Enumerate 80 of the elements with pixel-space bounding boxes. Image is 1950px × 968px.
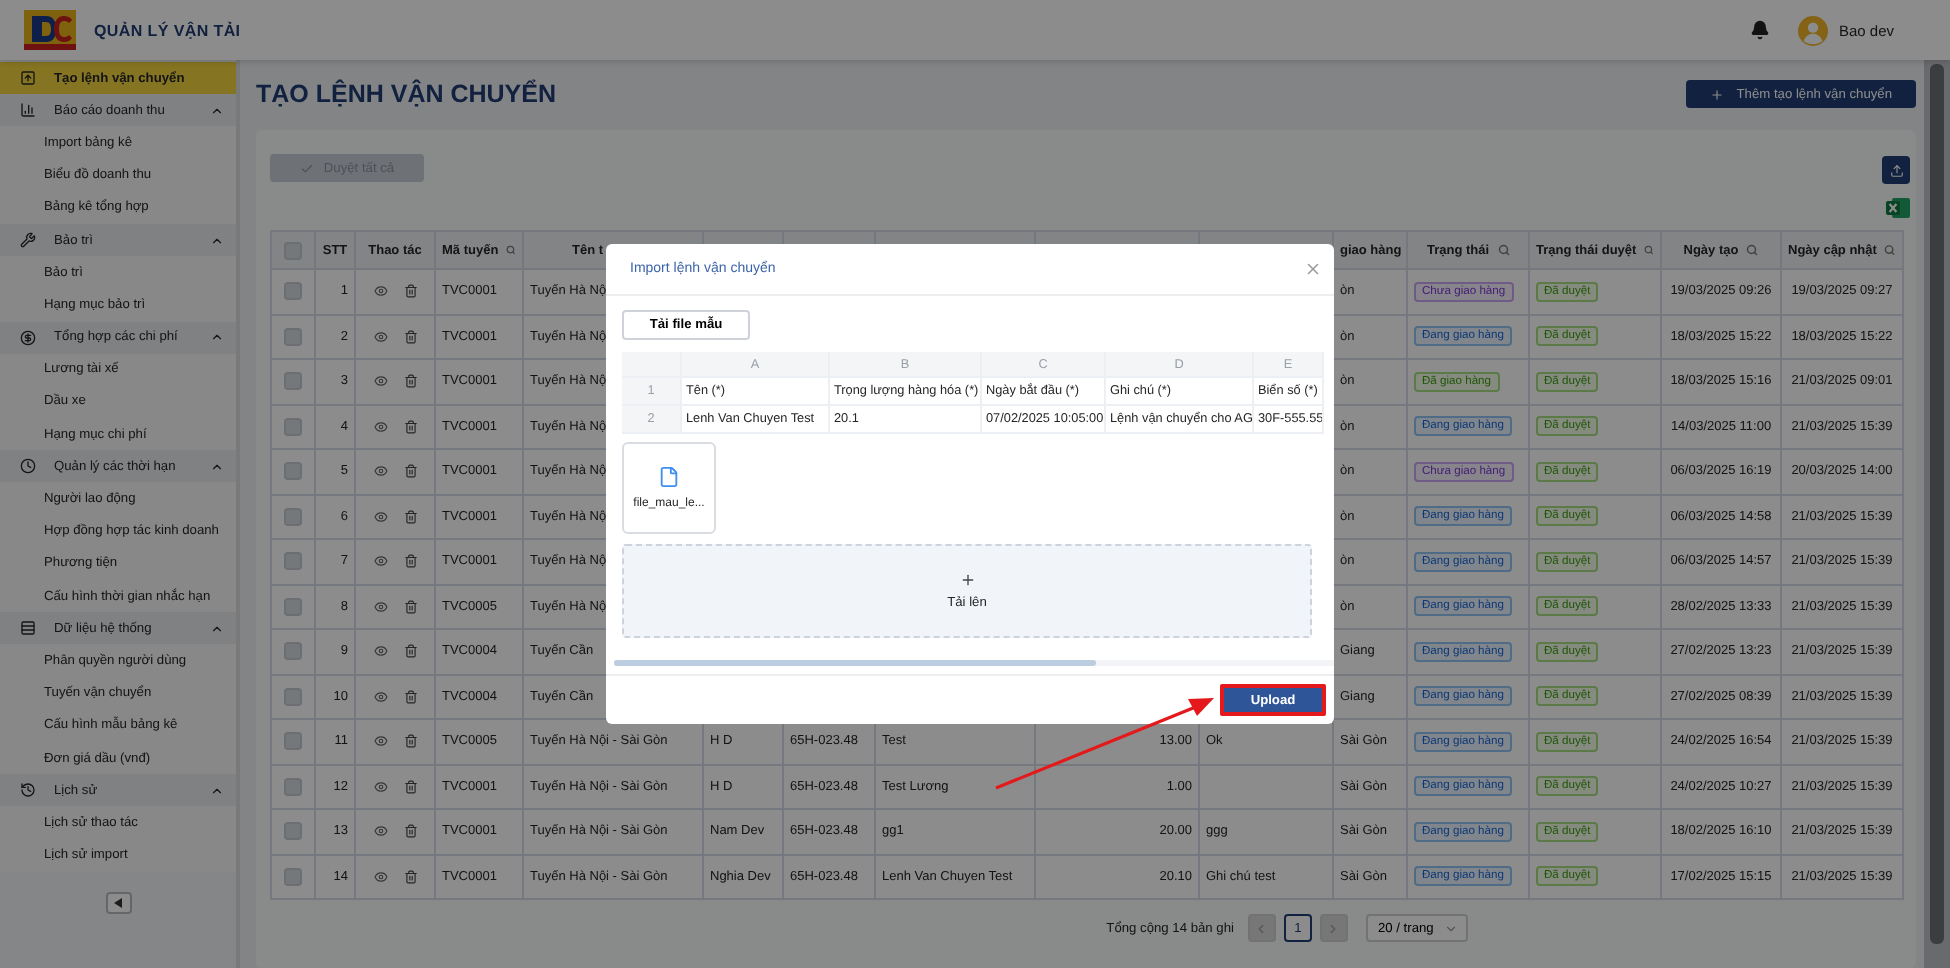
trash-icon[interactable] xyxy=(403,689,417,704)
eye-icon[interactable] xyxy=(373,419,387,434)
chevron-icon xyxy=(210,103,224,118)
group-icon xyxy=(20,782,36,799)
page-icon xyxy=(20,70,36,87)
file-icon xyxy=(658,466,680,488)
close-icon[interactable] xyxy=(1304,260,1322,278)
checkbox[interactable] xyxy=(284,282,302,301)
checkbox[interactable] xyxy=(284,732,302,751)
chevron-icon xyxy=(210,459,224,474)
logo-icon xyxy=(24,10,76,50)
eye-icon[interactable] xyxy=(373,374,387,389)
check-icon xyxy=(299,161,314,175)
search-icon[interactable] xyxy=(1644,244,1654,256)
eye-icon[interactable] xyxy=(373,824,387,839)
eye-icon[interactable] xyxy=(373,284,387,299)
trash-icon[interactable] xyxy=(403,554,417,569)
trash-icon[interactable] xyxy=(403,284,417,299)
eye-icon[interactable] xyxy=(373,869,387,884)
search-icon[interactable] xyxy=(1746,244,1759,256)
checkbox[interactable] xyxy=(284,777,302,796)
trash-icon[interactable] xyxy=(403,869,417,884)
search-icon[interactable] xyxy=(506,244,516,256)
scrollbar[interactable] xyxy=(1924,60,1950,968)
plus-icon xyxy=(1710,87,1725,101)
trash-icon[interactable] xyxy=(403,509,417,524)
checkbox[interactable] xyxy=(284,462,302,481)
group-icon xyxy=(20,458,36,475)
checkbox[interactable] xyxy=(284,822,302,841)
plus-icon xyxy=(959,572,975,588)
checkbox[interactable] xyxy=(284,687,302,706)
eye-icon[interactable] xyxy=(373,689,387,704)
checkbox[interactable] xyxy=(284,417,302,436)
checkbox[interactable] xyxy=(284,597,302,616)
trash-icon[interactable] xyxy=(403,599,417,614)
eye-icon[interactable] xyxy=(373,779,387,794)
caret-icon xyxy=(114,897,122,908)
trash-icon[interactable] xyxy=(403,464,417,479)
chevron-icon xyxy=(210,783,224,798)
eye-icon[interactable] xyxy=(373,599,387,614)
group-icon xyxy=(20,232,36,249)
eye-icon[interactable] xyxy=(373,644,387,659)
eye-icon[interactable] xyxy=(373,554,387,569)
eye-icon[interactable] xyxy=(373,509,387,524)
trash-icon[interactable] xyxy=(403,644,417,659)
chevron-down-icon xyxy=(1443,921,1458,935)
chevron-right-icon xyxy=(1326,921,1341,935)
checkbox[interactable] xyxy=(284,642,302,661)
eye-icon[interactable] xyxy=(373,734,387,749)
chevron-icon xyxy=(210,233,224,248)
chevron-left-icon xyxy=(1254,921,1269,935)
page-title: TẠO LỆNH VẬN CHUYỂN xyxy=(256,80,557,108)
search-icon[interactable] xyxy=(1497,244,1510,256)
trash-icon[interactable] xyxy=(403,374,417,389)
checkbox[interactable] xyxy=(284,867,302,886)
trash-icon[interactable] xyxy=(403,329,417,344)
upload-icon xyxy=(1889,163,1903,177)
app-title: QUẢN LÝ VẬN TẢI xyxy=(94,21,241,39)
group-icon xyxy=(20,620,36,637)
checkbox[interactable] xyxy=(284,552,302,571)
search-icon[interactable] xyxy=(1884,244,1896,256)
trash-icon[interactable] xyxy=(403,419,417,434)
eye-icon[interactable] xyxy=(373,464,387,479)
upload-button[interactable] xyxy=(1882,156,1910,184)
trash-icon[interactable] xyxy=(403,824,417,839)
checkbox[interactable] xyxy=(284,507,302,526)
spreadsheet-icon[interactable] xyxy=(1886,196,1910,220)
chevron-icon xyxy=(210,330,224,345)
checkbox[interactable] xyxy=(284,372,302,391)
chevron-icon xyxy=(210,621,224,636)
group-icon xyxy=(20,329,36,346)
group-icon xyxy=(20,102,36,119)
bell-icon[interactable] xyxy=(1750,20,1771,40)
checkbox[interactable] xyxy=(284,327,302,346)
collapse-button[interactable] xyxy=(105,891,131,914)
eye-icon[interactable] xyxy=(373,329,387,344)
trash-icon[interactable] xyxy=(403,779,417,794)
scrollbar[interactable] xyxy=(614,660,1334,666)
checkbox[interactable] xyxy=(284,241,302,259)
trash-icon[interactable] xyxy=(403,734,417,749)
